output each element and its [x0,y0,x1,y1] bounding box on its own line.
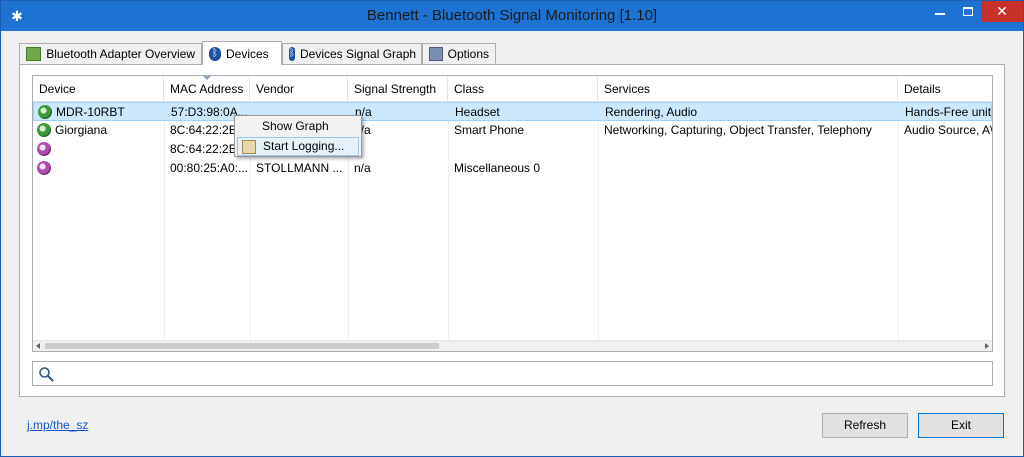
scroll-left-icon[interactable] [36,343,40,349]
tab-label: Devices Signal Graph [300,47,417,61]
maximize-button[interactable] [955,1,982,22]
cell-services: Networking, Capturing, Object Transfer, … [604,123,872,137]
cell-class: Headset [455,105,500,119]
exit-button[interactable]: Exit [918,413,1004,438]
cell-class: Smart Phone [454,123,525,137]
menu-item-label: Show Graph [262,119,329,133]
scrollbar-thumb[interactable] [45,343,439,349]
table-row[interactable]: 00:80:25:A0:... STOLLMANN ... n/a Miscel… [33,159,992,178]
title-bar[interactable]: ✱ Bennett - Bluetooth Signal Monitoring … [1,1,1023,31]
column-header-mac-address[interactable]: MAC Address [164,76,250,102]
cell-class: Miscellaneous 0 [454,161,541,175]
menu-item-show-graph[interactable]: Show Graph [237,117,359,136]
website-link[interactable]: j.mp/the_sz [27,418,88,432]
table-row[interactable]: 8C:64:22:2B:... [33,140,992,159]
search-icon [39,367,54,382]
refresh-button[interactable]: Refresh [822,413,908,438]
cell-details [898,159,992,178]
sort-indicator-icon [202,76,211,80]
tab-devices-signal-graph[interactable]: ᛒ Devices Signal Graph [282,43,422,64]
tab-bluetooth-adapter-overview[interactable]: Bluetooth Adapter Overview [19,43,202,64]
cell-details [898,140,992,159]
list-header: Device MAC Address Vendor Signal Strengt… [33,76,992,102]
table-row[interactable]: Giorgiana 8C:64:22:2B:... n/a Smart Phon… [33,121,992,140]
cell-device: Giorgiana [55,123,108,137]
table-row[interactable]: MDR-10RBT 57:D3:98:0A... n/a Headset Ren… [33,102,992,121]
devices-panel: Device MAC Address Vendor Signal Strengt… [19,64,1005,397]
bluetooth-icon: ᛒ [209,46,221,61]
column-header-services[interactable]: Services [598,76,898,102]
context-menu: Show Graph Start Logging... [234,115,362,157]
search-input[interactable] [59,364,979,383]
cell-device [49,159,164,178]
scroll-right-icon[interactable] [985,343,989,349]
cell-signal: n/a [354,123,371,137]
column-header-signal-strength[interactable]: Signal Strength [348,76,448,102]
cell-device: MDR-10RBT [56,105,125,119]
minimize-button[interactable] [927,1,954,22]
cell-vendor: STOLLMANN ... [256,161,343,175]
tab-options[interactable]: Options [422,43,496,64]
tab-label: Devices [226,46,269,61]
tab-label: Options [447,47,489,61]
close-button[interactable]: ✕ [981,1,1023,22]
adapter-icon [26,47,42,61]
column-header-vendor[interactable]: Vendor [250,76,348,102]
column-header-class[interactable]: Class [448,76,598,102]
window-title: Bennett - Bluetooth Signal Monitoring [1… [366,7,658,24]
options-icon [429,47,443,61]
cell-services [598,159,898,178]
cell-signal [348,140,448,159]
cell-details: Audio Source, A\ [904,123,993,137]
menu-item-start-logging[interactable]: Start Logging... [237,137,359,156]
cell-details: Hands-Free unit, [905,105,993,119]
minimize-icon [935,13,945,15]
horizontal-scrollbar[interactable] [33,340,992,351]
close-icon: ✕ [996,3,1008,19]
column-header-device[interactable]: Device [33,76,164,102]
cell-signal: n/a [355,105,372,119]
cell-services: Rendering, Audio [605,105,698,119]
cell-class [448,140,598,159]
search-box[interactable] [32,361,993,386]
tab-devices[interactable]: ᛒ Devices [202,41,282,65]
column-header-details[interactable]: Details [898,76,992,102]
menu-item-label: Start Logging... [263,139,345,153]
tab-label: Bluetooth Adapter Overview [46,47,195,61]
cell-signal: n/a [354,161,371,175]
column-header-label: MAC Address [170,82,244,96]
list-body: MDR-10RBT 57:D3:98:0A... n/a Headset Ren… [33,102,992,342]
cell-device [49,140,164,159]
devices-list[interactable]: Device MAC Address Vendor Signal Strengt… [32,75,993,352]
maximize-icon [963,7,973,16]
bluetooth-icon: ᛒ [289,47,295,61]
cell-services [598,140,898,159]
app-window: ✱ Bennett - Bluetooth Signal Monitoring … [0,0,1024,457]
cell-mac: 00:80:25:A0:... [170,161,249,175]
log-icon [242,140,256,154]
